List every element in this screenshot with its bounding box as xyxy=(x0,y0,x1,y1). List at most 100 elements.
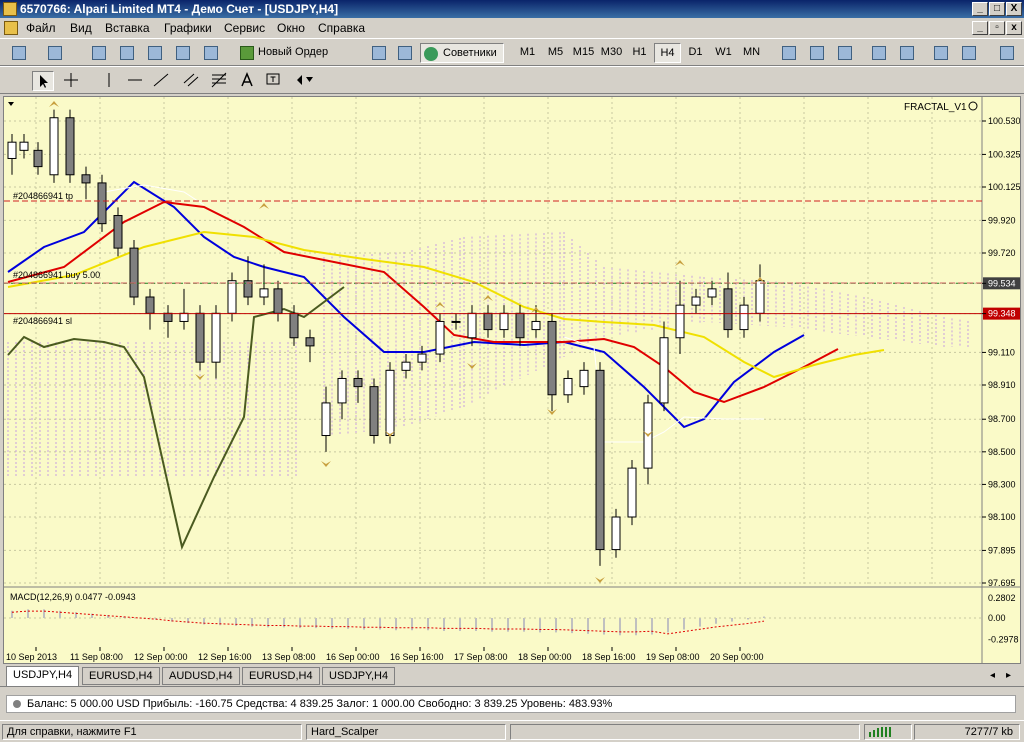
chart-close-button[interactable]: x xyxy=(1006,21,1022,35)
timeframe-m30[interactable]: M30 xyxy=(598,43,625,63)
account-summary-row[interactable]: Баланс: 5 000.00 USD Прибыль: -160.75 Ср… xyxy=(6,695,1016,713)
chart-tabs: USDJPY,H4 EURUSD,H4 AUDUSD,H4 EURUSD,H4 … xyxy=(0,666,1024,686)
bar-chart-icon[interactable] xyxy=(778,43,800,63)
chart-shift-icon[interactable] xyxy=(958,43,980,63)
timeframe-h4[interactable]: H4 xyxy=(654,43,681,63)
chart-canvas[interactable]: 100.530 100.325 100.125 99.920 99.720 99.534 9… xyxy=(4,97,1021,663)
smile-icon xyxy=(968,101,978,111)
price-tick-label: 97.695 xyxy=(988,578,1016,588)
new-order-button[interactable]: Новый Ордер xyxy=(238,43,332,63)
menu-file[interactable]: Файл xyxy=(26,21,56,35)
menu-help[interactable]: Справка xyxy=(318,21,365,35)
profiles-icon[interactable] xyxy=(44,43,66,63)
maximize-button[interactable]: □ xyxy=(989,2,1005,16)
data-window-icon[interactable] xyxy=(116,43,138,63)
tab-eurusd-h4-2[interactable]: EURUSD,H4 xyxy=(242,667,320,685)
menu-window[interactable]: Окно xyxy=(277,21,305,35)
equidistant-channel-tool[interactable] xyxy=(180,71,202,91)
bull-candle xyxy=(49,117,59,176)
menu-insert[interactable]: Вставка xyxy=(105,21,150,35)
order-sl-label: #204866941 sl xyxy=(13,316,72,326)
bull-candle xyxy=(563,377,573,396)
text-tool[interactable] xyxy=(236,71,258,91)
price-tick-label: 99.720 xyxy=(988,248,1016,258)
cursor-tool[interactable] xyxy=(32,71,54,91)
minimize-button[interactable]: _ xyxy=(972,2,988,16)
chart-area[interactable]: 100.530 100.325 100.125 99.920 99.720 99.534 9… xyxy=(3,96,1021,664)
fullscreen-icon[interactable] xyxy=(394,43,416,63)
bull-candle xyxy=(7,141,17,159)
bull-candle xyxy=(531,320,541,331)
timeframe-m1[interactable]: M1 xyxy=(514,43,541,63)
timeframe-m15[interactable]: M15 xyxy=(570,43,597,63)
menu-tools[interactable]: Сервис xyxy=(224,21,265,35)
price-tick-label: 100.325 xyxy=(988,149,1020,159)
line-chart-icon[interactable] xyxy=(834,43,856,63)
timeframe-d1[interactable]: D1 xyxy=(682,43,709,63)
tab-scroll-left-icon[interactable]: ◂ xyxy=(990,670,995,681)
macd-scale-label: 0.2802 xyxy=(988,593,1016,603)
market-watch-icon[interactable] xyxy=(88,43,110,63)
bear-candle xyxy=(305,337,315,347)
tab-usdjpy-h4[interactable]: USDJPY,H4 xyxy=(6,666,80,686)
menu-charts[interactable]: Графики xyxy=(164,21,212,35)
bull-candle xyxy=(401,361,411,371)
status-help: Для справки, нажмите F1 xyxy=(2,724,302,740)
bull-candle xyxy=(435,320,445,355)
zoom-out-icon[interactable] xyxy=(896,43,918,63)
bull-candle xyxy=(627,467,637,518)
arrows-icon xyxy=(297,75,313,85)
fibonacci-tool[interactable] xyxy=(208,71,230,91)
indicators-icon[interactable] xyxy=(996,43,1018,63)
status-empty xyxy=(510,724,860,740)
time-tick-label: 20 Sep 00:00 xyxy=(710,652,764,662)
timeframe-mn[interactable]: MN xyxy=(738,43,765,63)
bear-candle xyxy=(65,117,75,176)
crosshair-tool[interactable] xyxy=(60,71,82,91)
status-bar: Для справки, нажмите F1 Hard_Scalper 727… xyxy=(0,720,1024,742)
zoom-in-icon[interactable] xyxy=(868,43,890,63)
tab-audusd-h4[interactable]: AUDUSD,H4 xyxy=(162,667,240,685)
navigator-icon[interactable] xyxy=(144,43,166,63)
vertical-line-tool[interactable] xyxy=(98,71,120,91)
account-status-icon xyxy=(13,700,21,708)
vertical-line-icon xyxy=(108,73,110,87)
close-button[interactable]: X xyxy=(1006,2,1022,16)
arrows-tool[interactable] xyxy=(292,71,318,91)
label-tool[interactable] xyxy=(262,71,284,91)
bull-candle xyxy=(755,280,765,314)
price-tick-label: 98.100 xyxy=(988,512,1016,522)
candlestick-icon[interactable] xyxy=(806,43,828,63)
status-profile: Hard_Scalper xyxy=(306,724,506,740)
timeframe-m5[interactable]: M5 xyxy=(542,43,569,63)
timeframe-h1[interactable]: H1 xyxy=(626,43,653,63)
terminal-panel: Баланс: 5 000.00 USD Прибыль: -160.75 Ср… xyxy=(0,686,1024,718)
chart-minimize-button[interactable]: _ xyxy=(972,21,988,35)
price-tick-label: 100.530 xyxy=(988,116,1020,126)
menu-view[interactable]: Вид xyxy=(70,21,92,35)
tab-eurusd-h4[interactable]: EURUSD,H4 xyxy=(82,667,160,685)
time-tick-label: 17 Sep 08:00 xyxy=(454,652,508,662)
metaeditor-icon[interactable] xyxy=(368,43,390,63)
bear-candle xyxy=(129,247,139,298)
terminal-icon[interactable] xyxy=(172,43,194,63)
strategy-tester-icon[interactable] xyxy=(200,43,222,63)
autoscroll-icon[interactable] xyxy=(930,43,952,63)
tab-scroll-right-icon[interactable]: ▸ xyxy=(1006,670,1011,681)
price-tick-label: 99.110 xyxy=(988,347,1015,357)
experts-button[interactable]: Советники xyxy=(420,43,504,63)
bull-candle xyxy=(259,288,269,298)
horizontal-line-tool[interactable] xyxy=(124,71,146,91)
price-tick-label: 98.700 xyxy=(988,414,1016,424)
new-chart-icon[interactable] xyxy=(8,43,30,63)
bear-candle xyxy=(273,288,283,314)
macd-scale-label: 0.00 xyxy=(988,613,1006,623)
bear-candle xyxy=(195,312,205,363)
bull-candle xyxy=(179,312,189,322)
fractal-down-icon xyxy=(595,577,605,583)
timeframe-w1[interactable]: W1 xyxy=(710,43,737,63)
chart-restore-button[interactable]: ▫ xyxy=(989,21,1005,35)
trendline-tool[interactable] xyxy=(150,71,172,91)
chart-menu-arrow-icon[interactable] xyxy=(8,102,14,106)
tab-usdjpy-h4-2[interactable]: USDJPY,H4 xyxy=(322,667,396,685)
